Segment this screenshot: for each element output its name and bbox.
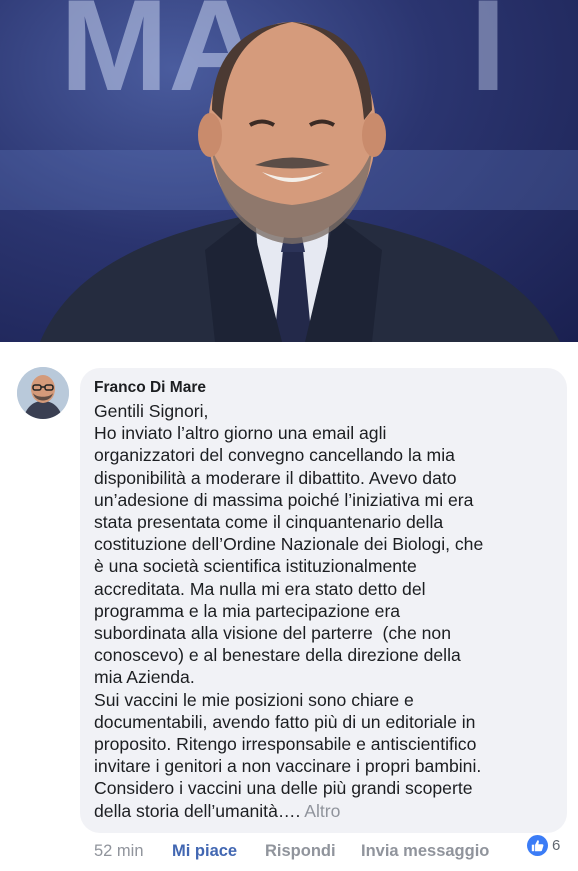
- comment-line: disponibilità a moderare il dibattito. A…: [94, 467, 457, 488]
- comment-author[interactable]: Franco Di Mare: [94, 377, 555, 399]
- comment-line: organizzatori del convegno cancellando l…: [94, 445, 455, 466]
- comment-line: Sui vaccini le mie posizioni sono chiare…: [94, 689, 414, 710]
- comment-text: Gentili Signori, Ho inviato l’altro gior…: [94, 400, 555, 822]
- comment-line: conoscevo) e al benestare della direzion…: [94, 645, 461, 666]
- comment-line: accreditata. Ma nulla mi era stato detto…: [94, 578, 426, 599]
- like-button[interactable]: Mi piace: [172, 840, 237, 862]
- avatar[interactable]: [17, 367, 69, 419]
- thumbs-up-icon: [527, 834, 548, 856]
- send-message-button[interactable]: Invia messaggio: [361, 840, 489, 862]
- comment-line: è una società scientifica istituzionalme…: [94, 556, 417, 577]
- comment-line: Considero i vaccini una delle più grandi…: [94, 778, 473, 799]
- svg-text:I: I: [470, 0, 506, 118]
- comment-line: un’adesione di massima poiché l’iniziati…: [94, 489, 474, 510]
- reply-button[interactable]: Rispondi: [265, 840, 336, 862]
- comment-line: costituzione dell’Ordine Nazionale dei B…: [94, 534, 484, 555]
- comment-line: invitare i genitori a non vaccinare i pr…: [94, 756, 482, 777]
- man-portrait-image: MA I: [0, 0, 578, 342]
- reaction-count: 6: [552, 836, 561, 854]
- comment-bubble: Franco Di Mare Gentili Signori, Ho invia…: [80, 368, 567, 833]
- comment-line: subordinata alla visione del parterre (c…: [94, 623, 451, 644]
- header-photo[interactable]: MA I: [0, 0, 578, 342]
- comment-line: programma e la mia partecipazione era: [94, 600, 401, 621]
- see-more-link[interactable]: Altro: [304, 801, 340, 821]
- comment-last-line: della storia dell’umanità…. Altro: [94, 800, 555, 822]
- comment-line: mia Azienda.: [94, 667, 195, 688]
- reactions-summary[interactable]: 6: [527, 834, 560, 856]
- comment-line: Gentili Signori,: [94, 401, 209, 421]
- comment-line: stata presentata come il cinquantenario …: [94, 512, 444, 533]
- comment-line: proposito. Ritengo irresponsabile e anti…: [94, 734, 477, 755]
- avatar-image: [17, 367, 69, 419]
- comment-line: documentabili, avendo fatto più di un ed…: [94, 711, 476, 732]
- comment-line: Ho inviato l’altro giorno una email agli: [94, 423, 387, 444]
- comment-line: della storia dell’umanità….: [94, 800, 301, 821]
- comment-timestamp[interactable]: 52 min: [94, 840, 144, 862]
